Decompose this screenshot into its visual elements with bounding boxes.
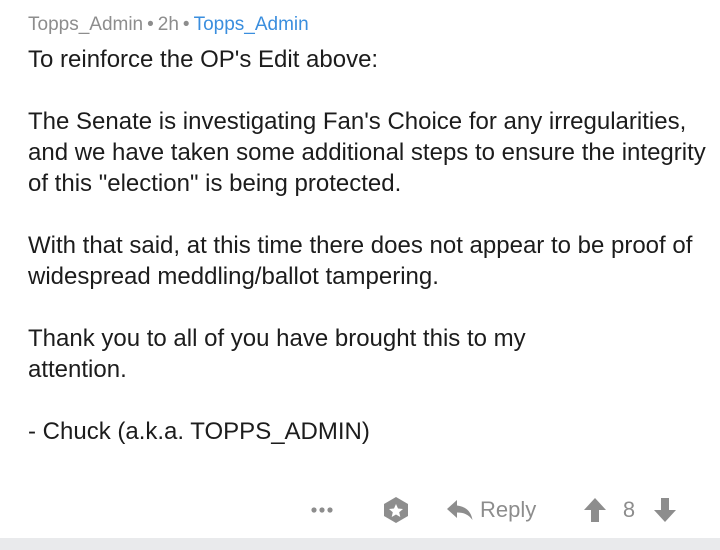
comment: Topps_Admin • 2h • Topps_Admin To reinforce … bbox=[0, 0, 720, 538]
author-link[interactable]: Topps_Admin bbox=[28, 14, 143, 35]
downvote-arrow-icon bbox=[654, 498, 676, 522]
reply-button[interactable]: Reply bbox=[446, 488, 536, 532]
comment-paragraph: To reinforce the OP's Edit above: bbox=[28, 46, 379, 73]
meta-separator: • bbox=[147, 14, 154, 35]
comment-paragraph: With that said, at this time there does … bbox=[28, 232, 693, 290]
reply-arrow-icon bbox=[447, 500, 473, 520]
comment-body: To reinforce the OP's Edit above: The Se… bbox=[28, 44, 708, 447]
upvote-arrow-icon bbox=[584, 498, 606, 522]
reply-label: Reply bbox=[480, 497, 537, 522]
comment-paragraph: - Chuck (a.k.a. TOPPS_ADMIN) bbox=[28, 418, 370, 445]
comment-actions: Reply 8 bbox=[0, 488, 720, 532]
gild-icon bbox=[384, 497, 408, 523]
downvote-button[interactable] bbox=[648, 488, 682, 532]
comment-meta: Topps_Admin • 2h • Topps_Admin bbox=[28, 12, 309, 38]
author-flair[interactable]: Topps_Admin bbox=[194, 14, 309, 35]
meta-separator: • bbox=[182, 14, 190, 35]
upvote-button[interactable] bbox=[578, 488, 612, 532]
comment-age: 2h bbox=[157, 14, 179, 35]
comment-divider bbox=[0, 538, 720, 550]
comment-paragraph: The Senate is investigating Fan's Choice… bbox=[28, 108, 706, 197]
more-options-button[interactable] bbox=[304, 488, 340, 532]
more-dots-icon bbox=[311, 507, 333, 513]
comment-paragraph: Thank you to all of you have brought thi… bbox=[28, 325, 526, 383]
gild-button[interactable] bbox=[378, 488, 414, 532]
vote-score: 8 bbox=[622, 497, 636, 522]
